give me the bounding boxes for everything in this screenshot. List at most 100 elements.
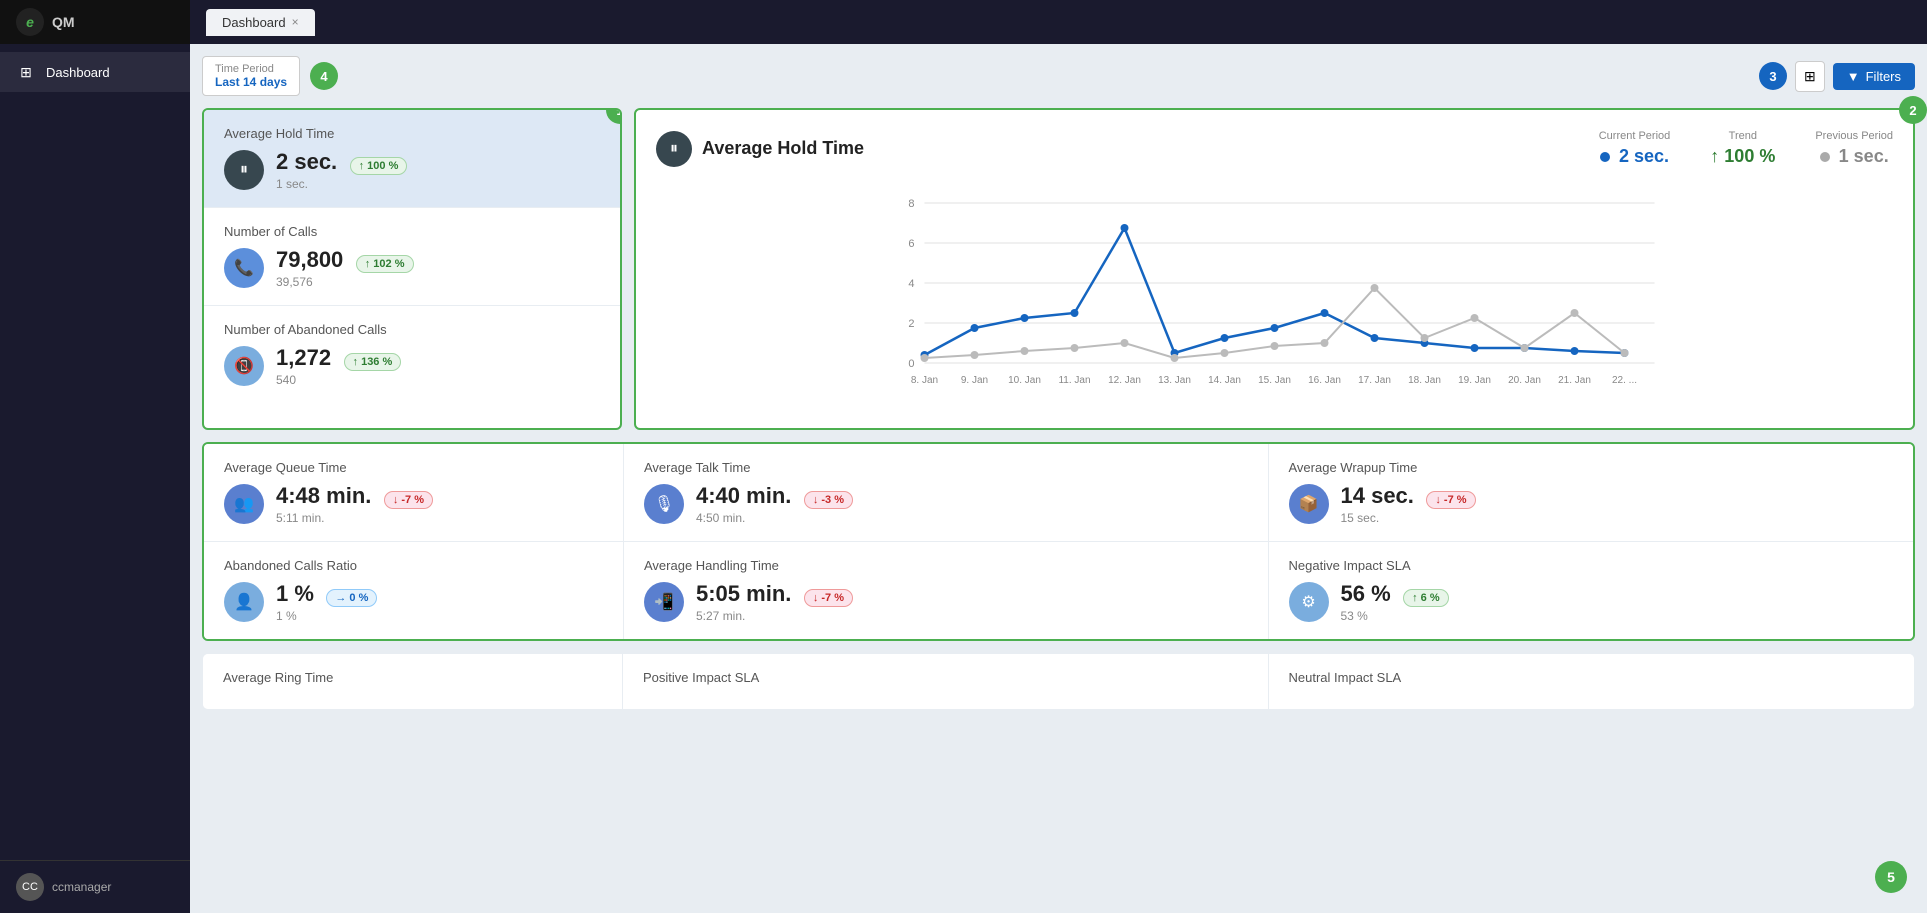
hold-time-icon: ⏸ bbox=[224, 150, 264, 190]
main-content: Dashboard × Time Period Last 14 days 4 3… bbox=[190, 0, 1927, 913]
dashboard-main: 1 Average Hold Time ⏸ 2 sec. ↑ 100 % 1 s… bbox=[202, 108, 1915, 710]
metric-row: 👥 4:48 min. ↓ -7 % 5:11 min. bbox=[224, 483, 603, 525]
metric-prev: 5:27 min. bbox=[696, 609, 853, 623]
badge-2: 2 bbox=[1899, 96, 1927, 124]
badge-5: 5 bbox=[1875, 861, 1907, 893]
chart-container: 8 6 4 2 0 bbox=[656, 183, 1893, 408]
metric-row: 🎙 4:40 min. ↓ -3 % 4:50 min. bbox=[644, 483, 1248, 525]
svg-text:8. Jan: 8. Jan bbox=[911, 375, 938, 386]
metric-value: 1 % bbox=[276, 581, 314, 606]
metric-average-ring-time[interactable]: Average Ring Time bbox=[203, 654, 623, 709]
metric-title: Number of Calls bbox=[224, 224, 600, 239]
metric-value: 56 % bbox=[1341, 581, 1391, 606]
svg-text:15. Jan: 15. Jan bbox=[1258, 375, 1291, 386]
chart-title-row: ⏸ Average Hold Time bbox=[656, 131, 864, 167]
dashboard-tab[interactable]: Dashboard × bbox=[206, 9, 315, 36]
bottom-row3: Average Ring Time Positive Impact SLA Ne… bbox=[202, 653, 1915, 710]
filters-label: Filters bbox=[1866, 69, 1901, 84]
grid-view-button[interactable]: ⊞ bbox=[1795, 61, 1825, 92]
metric-row: 📲 5:05 min. ↓ -7 % 5:27 min. bbox=[644, 581, 1248, 623]
talk-time-icon: 🎙 bbox=[644, 484, 684, 524]
queue-time-icon: 👥 bbox=[224, 484, 264, 524]
current-period-value: 2 sec. bbox=[1599, 146, 1671, 167]
trend-badge: ↑ 100 % bbox=[350, 157, 408, 175]
trend-value: ↑ 100 % bbox=[1710, 146, 1775, 167]
metric-prev: 5:11 min. bbox=[276, 511, 433, 525]
content-area: Time Period Last 14 days 4 3 ⊞ ▼ Filters bbox=[190, 44, 1927, 913]
tab-label: Dashboard bbox=[222, 15, 286, 30]
metric-title: Abandoned Calls Ratio bbox=[224, 558, 603, 573]
abandoned-calls-icon: 📵 bbox=[224, 346, 264, 386]
metric-title: Average Ring Time bbox=[223, 670, 602, 685]
wrapup-icon: 📦 bbox=[1289, 484, 1329, 524]
svg-text:2: 2 bbox=[908, 318, 914, 330]
badge-4: 4 bbox=[310, 62, 338, 90]
trend-badge: ↑ 6 % bbox=[1403, 589, 1449, 607]
trend-badge: ↓ -7 % bbox=[384, 491, 433, 509]
metric-value: 5:05 min. bbox=[696, 581, 791, 606]
filters-button[interactable]: ▼ Filters bbox=[1833, 63, 1915, 90]
trend-badge: ↓ -7 % bbox=[804, 589, 853, 607]
badge-3: 3 bbox=[1759, 62, 1787, 90]
svg-text:10. Jan: 10. Jan bbox=[1008, 375, 1041, 386]
metric-title: Positive Impact SLA bbox=[643, 670, 1248, 685]
trend-badge: ↓ -7 % bbox=[1426, 491, 1475, 509]
filter-bar: Time Period Last 14 days 4 3 ⊞ ▼ Filters bbox=[202, 56, 1915, 96]
previous-period-value: 1 sec. bbox=[1815, 146, 1893, 167]
metric-value: 79,800 bbox=[276, 247, 343, 272]
svg-text:11. Jan: 11. Jan bbox=[1058, 375, 1090, 386]
trend-label: Trend bbox=[1710, 130, 1775, 142]
filter-left: Time Period Last 14 days 4 bbox=[202, 56, 338, 96]
username: ccmanager bbox=[52, 880, 111, 894]
sidebar-item-label: Dashboard bbox=[46, 65, 110, 80]
metric-neutral-impact-sla[interactable]: Neutral Impact SLA bbox=[1269, 654, 1915, 709]
svg-text:22. ...: 22. ... bbox=[1612, 375, 1637, 386]
metric-average-talk-time[interactable]: Average Talk Time 🎙 4:40 min. ↓ -3 % 4:5… bbox=[624, 444, 1269, 542]
metric-row: 👤 1 % → 0 % 1 % bbox=[224, 581, 603, 623]
avatar: CC bbox=[16, 873, 44, 901]
svg-text:8: 8 bbox=[908, 198, 914, 210]
time-period-label: Time Period bbox=[215, 63, 287, 75]
metric-negative-impact-sla[interactable]: Negative Impact SLA ⚙ 56 % ↑ 6 % 53 % bbox=[1269, 542, 1914, 639]
metric-row: ⚙ 56 % ↑ 6 % 53 % bbox=[1289, 581, 1894, 623]
metric-average-queue-time[interactable]: Average Queue Time 👥 4:48 min. ↓ -7 % 5:… bbox=[204, 444, 624, 542]
svg-text:9. Jan: 9. Jan bbox=[961, 375, 988, 386]
metric-abandoned-calls-ratio[interactable]: Abandoned Calls Ratio 👤 1 % → 0 % 1 % bbox=[204, 542, 624, 639]
time-period-selector[interactable]: Time Period Last 14 days bbox=[202, 56, 300, 96]
metric-number-of-calls[interactable]: Number of Calls 📞 79,800 ↑ 102 % 39,576 bbox=[204, 208, 620, 306]
svg-text:18. Jan: 18. Jan bbox=[1408, 375, 1441, 386]
metric-title: Average Hold Time bbox=[224, 126, 600, 141]
svg-text:6: 6 bbox=[908, 238, 914, 250]
metric-average-hold-time[interactable]: Average Hold Time ⏸ 2 sec. ↑ 100 % 1 sec… bbox=[204, 110, 620, 208]
line-chart-svg: 8 6 4 2 0 bbox=[656, 183, 1893, 403]
metric-prev: 4:50 min. bbox=[696, 511, 853, 525]
dashboard-icon: ⊞ bbox=[16, 62, 36, 82]
close-icon[interactable]: × bbox=[292, 15, 299, 29]
chart-stats: Current Period 2 sec. Trend ↑ bbox=[1599, 130, 1893, 167]
trend-badge: → 0 % bbox=[326, 589, 377, 607]
metric-row: 📵 1,272 ↑ 136 % 540 bbox=[224, 345, 600, 387]
chart-hold-icon: ⏸ bbox=[656, 131, 692, 167]
metric-prev: 1 sec. bbox=[276, 177, 407, 191]
topbar: Dashboard × bbox=[190, 0, 1927, 44]
metric-row: 📦 14 sec. ↓ -7 % 15 sec. bbox=[1289, 483, 1894, 525]
metric-average-handling-time[interactable]: Average Handling Time 📲 5:05 min. ↓ -7 %… bbox=[624, 542, 1269, 639]
metric-average-wrapup-time[interactable]: Average Wrapup Time 📦 14 sec. ↓ -7 % 15 … bbox=[1269, 444, 1914, 542]
metric-prev: 53 % bbox=[1341, 609, 1449, 623]
app-logo: e bbox=[16, 8, 44, 36]
chart-trend: Trend ↑ 100 % bbox=[1710, 130, 1775, 167]
current-period-label: Current Period bbox=[1599, 130, 1671, 142]
bottom-metrics-grid: Average Queue Time 👥 4:48 min. ↓ -7 % 5:… bbox=[202, 442, 1915, 641]
trend-badge: ↑ 136 % bbox=[344, 353, 402, 371]
sidebar-header: e QM bbox=[0, 0, 190, 44]
sidebar-user: CC ccmanager bbox=[0, 860, 190, 913]
svg-text:12. Jan: 12. Jan bbox=[1108, 375, 1141, 386]
metric-positive-impact-sla[interactable]: Positive Impact SLA bbox=[623, 654, 1269, 709]
metric-title: Average Queue Time bbox=[224, 460, 603, 475]
sidebar-item-dashboard[interactable]: ⊞ Dashboard bbox=[0, 52, 190, 92]
metric-title: Number of Abandoned Calls bbox=[224, 322, 600, 337]
metric-prev: 1 % bbox=[276, 609, 377, 623]
metric-abandoned-calls[interactable]: Number of Abandoned Calls 📵 1,272 ↑ 136 … bbox=[204, 306, 620, 403]
svg-text:16. Jan: 16. Jan bbox=[1308, 375, 1341, 386]
metric-title: Average Wrapup Time bbox=[1289, 460, 1894, 475]
